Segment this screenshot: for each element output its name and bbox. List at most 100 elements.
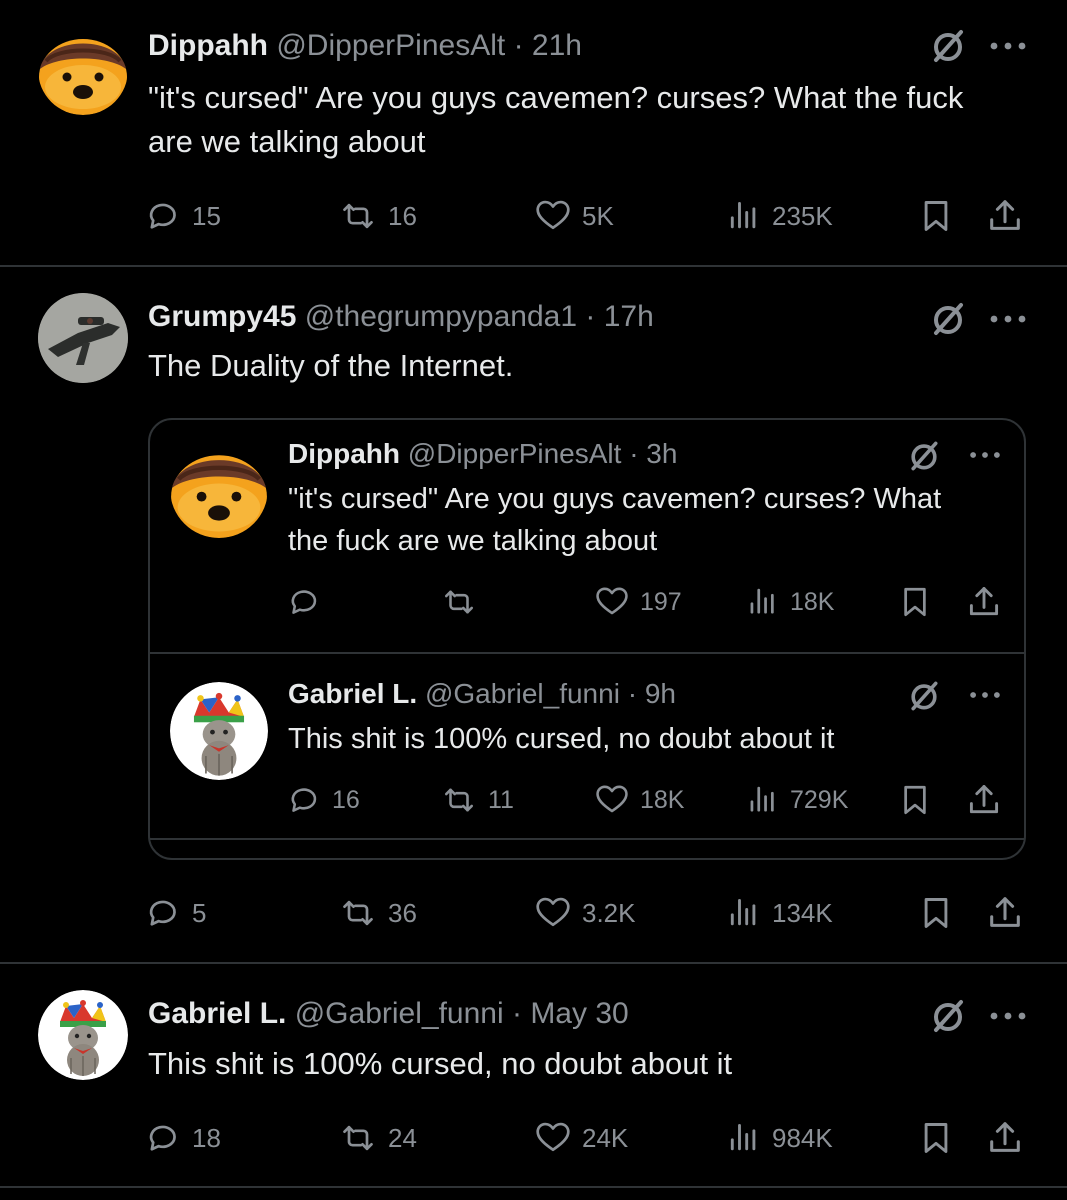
action-bar: 197 18K xyxy=(288,582,1008,622)
action-bar: 16 11 18K 729K xyxy=(288,780,1008,820)
tweet-header: Dippahh @DipperPinesAlt · 21h xyxy=(148,28,582,64)
user-handle[interactable]: @DipperPinesAlt xyxy=(276,29,505,62)
bookmark-button[interactable] xyxy=(918,893,954,933)
slashed-circle-icon[interactable] xyxy=(928,996,968,1036)
timestamp[interactable]: 21h xyxy=(532,29,582,62)
action-bar: 15 16 5K 235K xyxy=(146,196,1036,236)
repost-count: 24 xyxy=(388,1122,417,1153)
separator: · xyxy=(629,438,639,469)
repost-button[interactable]: 36 xyxy=(338,893,417,933)
tweet-header: Dippahh @DipperPinesAlt · 3h xyxy=(288,436,677,472)
like-count: 197 xyxy=(640,587,682,616)
user-handle: @DipperPinesAlt xyxy=(407,438,622,469)
view-count: 729K xyxy=(790,785,849,814)
like-count: 24K xyxy=(582,1122,629,1153)
speech-bubble-icon xyxy=(149,900,176,926)
tweet[interactable]: Gabriel L. @Gabriel_funni · May 30 This … xyxy=(0,964,1067,1200)
repost-arrows-icon xyxy=(343,900,373,926)
share-upload-icon xyxy=(969,587,999,616)
heart-icon xyxy=(596,587,628,615)
divider xyxy=(150,838,1024,840)
repost-button[interactable]: 24 xyxy=(338,1118,417,1158)
slashed-circle-icon xyxy=(911,441,938,471)
bookmark-icon xyxy=(924,898,948,928)
ellipsis-icon[interactable] xyxy=(988,311,1028,327)
repost-count: 16 xyxy=(388,200,417,231)
avatar[interactable] xyxy=(38,293,128,383)
views-button[interactable]: 235K xyxy=(726,196,833,236)
display-name[interactable]: Dippahh xyxy=(148,29,268,62)
tweet-header: Grumpy45 @thegrumpypanda1 · 17h xyxy=(148,299,654,335)
share-button xyxy=(966,582,1002,622)
timestamp[interactable]: 17h xyxy=(604,300,654,333)
speech-bubble-icon xyxy=(149,1125,176,1151)
like-button[interactable]: 24K xyxy=(534,1118,628,1158)
views-button[interactable]: 134K xyxy=(726,893,833,933)
reply-button[interactable]: 18 xyxy=(146,1118,221,1158)
view-count: 134K xyxy=(772,897,833,928)
bookmark-icon xyxy=(924,201,948,231)
heart-icon xyxy=(536,1122,570,1152)
like-button[interactable]: 3.2K xyxy=(534,893,636,933)
tweet-header: Gabriel L. @Gabriel_funni · 9h xyxy=(288,676,676,712)
share-button[interactable] xyxy=(986,196,1024,236)
action-bar: 18 24 24K 984K xyxy=(146,1118,1036,1158)
bookmark-button[interactable] xyxy=(918,1118,954,1158)
like-button[interactable]: 5K xyxy=(534,196,614,236)
tweet-text: This shit is 100% cursed, no doubt about… xyxy=(148,1046,733,1081)
reply-count: 18 xyxy=(192,1122,221,1153)
ellipsis-icon[interactable] xyxy=(988,38,1028,54)
slashed-circle-icon[interactable] xyxy=(928,26,968,66)
quoted-image-card[interactable]: Dippahh @DipperPinesAlt · 3h "it's curse… xyxy=(148,418,1026,860)
timestamp[interactable]: May 30 xyxy=(530,997,628,1030)
heart-icon xyxy=(536,897,570,927)
bar-chart-icon xyxy=(730,1123,756,1151)
speech-bubble-icon xyxy=(291,788,317,812)
tweet-text: The Duality of the Internet. xyxy=(148,348,514,383)
display-name[interactable]: Gabriel L. xyxy=(148,997,286,1030)
like-count: 18K xyxy=(640,785,685,814)
tweet-text: This shit is 100% cursed, no doubt about… xyxy=(288,723,835,755)
repost-arrows-icon xyxy=(343,203,373,229)
avatar[interactable] xyxy=(38,990,128,1080)
share-upload-icon xyxy=(969,785,999,814)
user-handle[interactable]: @Gabriel_funni xyxy=(295,997,504,1030)
display-name: Gabriel L. xyxy=(288,678,418,709)
divider xyxy=(150,652,1024,654)
ellipsis-icon xyxy=(970,452,1000,458)
slashed-circle-icon[interactable] xyxy=(928,299,968,339)
timestamp: 3h xyxy=(646,438,678,469)
view-count: 18K xyxy=(790,587,835,616)
bar-chart-icon xyxy=(750,588,774,614)
share-button[interactable] xyxy=(986,1118,1024,1158)
ellipsis-icon[interactable] xyxy=(988,1008,1028,1024)
bookmark-button[interactable] xyxy=(918,196,954,236)
repost-button: 11 xyxy=(440,780,514,820)
action-bar: 5 36 3.2K 134K xyxy=(146,893,1036,933)
display-name[interactable]: Grumpy45 xyxy=(148,300,296,333)
tweet-text: "it's cursed" Are you guys cavemen? curs… xyxy=(288,483,942,557)
like-count: 3.2K xyxy=(582,897,636,928)
repost-button[interactable]: 16 xyxy=(338,196,417,236)
repost-count: 36 xyxy=(388,897,417,928)
repost-arrows-icon xyxy=(444,590,474,614)
avatar xyxy=(170,682,268,780)
user-handle[interactable]: @thegrumpypanda1 xyxy=(305,300,577,333)
reply-button[interactable]: 15 xyxy=(146,196,221,236)
avatar[interactable] xyxy=(38,25,128,115)
share-upload-icon xyxy=(990,897,1020,927)
share-button[interactable] xyxy=(986,893,1024,933)
reply-count: 16 xyxy=(332,785,360,814)
view-count: 984K xyxy=(772,1122,833,1153)
bar-chart-icon xyxy=(750,786,774,812)
bookmark-icon xyxy=(904,785,926,815)
share-upload-icon xyxy=(990,1122,1020,1152)
user-handle: @Gabriel_funni xyxy=(424,678,620,709)
bookmark-icon xyxy=(904,587,926,617)
views-button[interactable]: 984K xyxy=(726,1118,833,1158)
reply-button[interactable]: 5 xyxy=(146,893,206,933)
timestamp: 9h xyxy=(644,678,676,709)
repost-arrows-icon xyxy=(343,1125,373,1151)
tweet[interactable]: Dippahh @DipperPinesAlt · 21h "it's curs… xyxy=(0,0,1067,266)
bar-chart-icon xyxy=(730,898,756,926)
